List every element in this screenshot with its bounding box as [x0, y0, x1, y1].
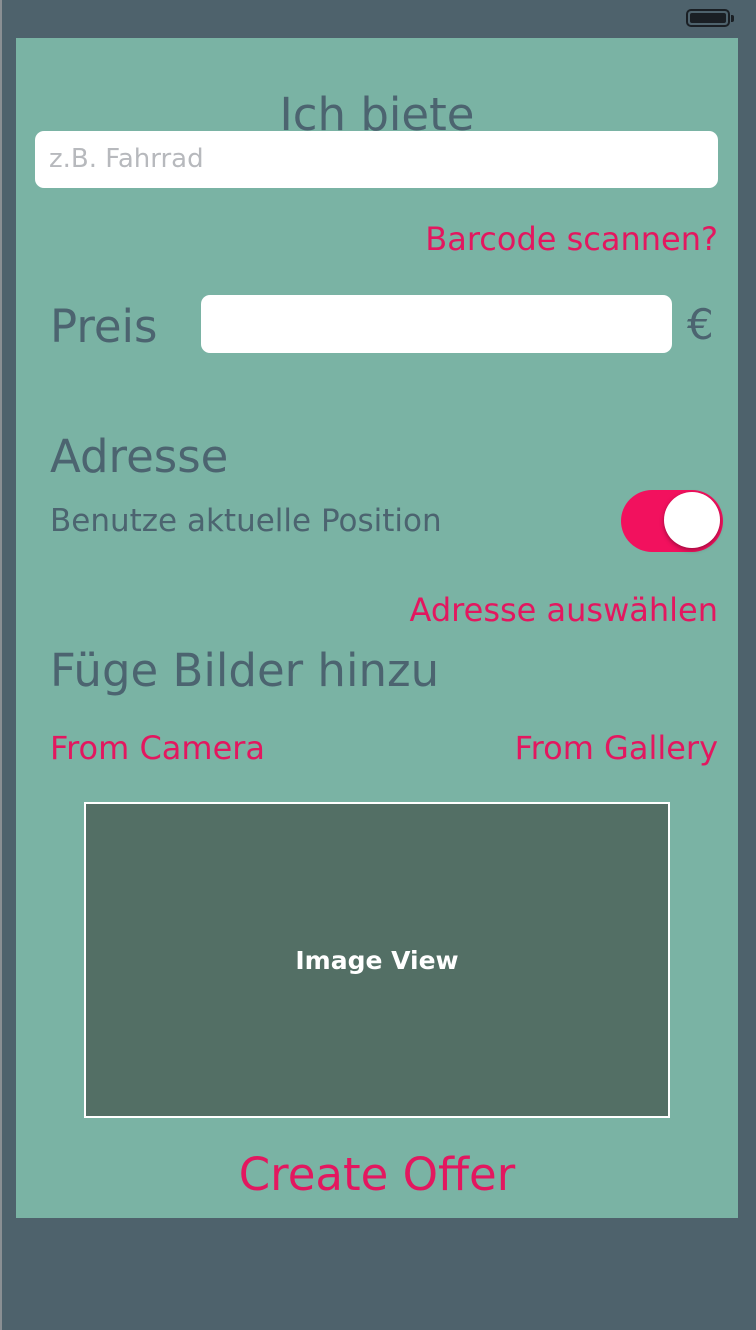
add-images-heading: Füge Bilder hinzu: [50, 644, 440, 697]
barcode-scan-link[interactable]: Barcode scannen?: [425, 223, 718, 255]
toggle-knob: [664, 492, 720, 548]
battery-full-icon: [686, 9, 734, 27]
image-view-label: Image View: [295, 945, 459, 975]
from-camera-button[interactable]: From Camera: [50, 732, 265, 764]
select-address-link[interactable]: Adresse auswählen: [410, 594, 718, 626]
offer-form-screen: Ich biete z.B. Fahrrad Barcode scannen? …: [16, 38, 738, 1218]
item-name-input[interactable]: z.B. Fahrrad: [35, 131, 718, 188]
currency-label: €: [687, 300, 714, 349]
image-view: Image View: [84, 802, 670, 1118]
use-position-label: Benutze aktuelle Position: [50, 503, 442, 539]
use-position-toggle[interactable]: [621, 490, 723, 552]
price-input[interactable]: [201, 295, 672, 353]
address-heading: Adresse: [50, 430, 229, 483]
from-gallery-button[interactable]: From Gallery: [515, 732, 718, 764]
window-edge: [0, 0, 2, 1330]
price-label: Preis: [50, 300, 158, 353]
create-offer-button[interactable]: Create Offer: [16, 1152, 738, 1197]
